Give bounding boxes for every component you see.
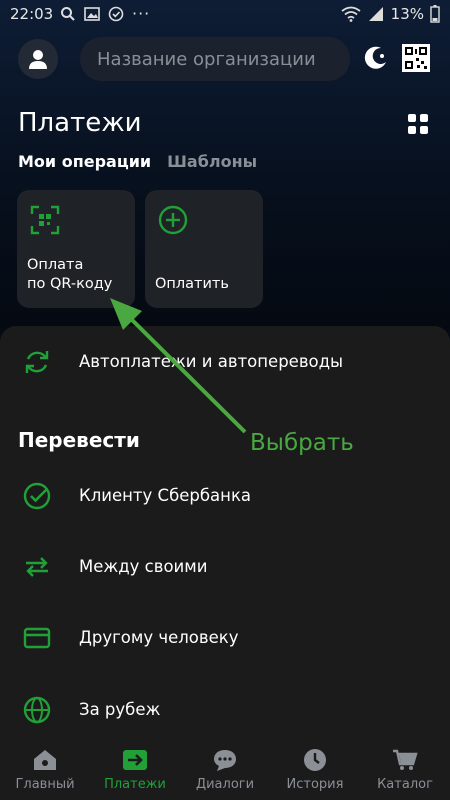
transfer-item-abroad[interactable]: За рубеж: [0, 680, 450, 740]
annotation-text: Выбрать: [250, 430, 354, 456]
status-bar: 22:03 ··· 13%: [0, 0, 450, 28]
refresh-icon: [25, 351, 49, 373]
search-placeholder: Название организации: [97, 48, 316, 70]
top-bar: Название организации: [0, 36, 450, 81]
battery-icon: [430, 5, 440, 23]
nav-label: Каталог: [377, 777, 433, 792]
tab-my-operations[interactable]: Мои операции: [18, 152, 151, 171]
nav-home[interactable]: Главный: [0, 740, 90, 800]
nav-history[interactable]: История: [270, 740, 360, 800]
autopay-label: Автоплатежи и автопереводы: [79, 352, 344, 371]
page-title: Платежи: [18, 108, 142, 138]
nav-label: История: [286, 777, 344, 792]
grid-menu-icon[interactable]: [406, 112, 430, 136]
nav-payments[interactable]: Платежи: [90, 740, 180, 800]
more-dots-icon: ···: [132, 4, 151, 23]
payments-icon: [123, 750, 147, 770]
bottom-nav: Главный Платежи Диалоги История Каталог: [0, 740, 450, 800]
search-icon: [61, 6, 75, 21]
qr-code-icon[interactable]: [402, 44, 430, 72]
check-circle-status-icon: [108, 6, 124, 21]
qr-scan-icon: [30, 205, 60, 235]
status-notification-icons: ···: [60, 4, 150, 23]
nav-label: Платежи: [104, 777, 166, 792]
pay-label: Оплатить: [155, 276, 229, 292]
wifi-icon: [341, 6, 361, 22]
search-input[interactable]: Название организации: [80, 37, 350, 81]
check-circle-icon: [23, 482, 51, 510]
battery-percent: 13%: [390, 5, 424, 23]
signal-icon: [368, 7, 383, 21]
nav-catalog[interactable]: Каталог: [360, 740, 450, 800]
pay-by-qr-card[interactable]: Оплата по QR-коду: [17, 190, 135, 308]
user-icon: [29, 50, 47, 69]
home-icon: [34, 750, 56, 770]
transfer-item-label: За рубеж: [79, 700, 161, 719]
tabs: Мои операции Шаблоны: [18, 152, 257, 171]
nav-label: Главный: [15, 777, 75, 792]
status-system-icons: 13%: [341, 5, 440, 23]
transfer-item-sberbank-client[interactable]: Клиенту Сбербанка: [0, 466, 450, 526]
transfer-section-title: Перевести: [18, 428, 140, 452]
night-mode-icon[interactable]: [362, 44, 390, 72]
nav-dialogs[interactable]: Диалоги: [180, 740, 270, 800]
transfer-item-between-own[interactable]: Между своими: [0, 537, 450, 597]
transfer-item-label: Между своими: [79, 557, 208, 576]
plus-circle-icon: [158, 205, 188, 235]
pay-card[interactable]: Оплатить: [145, 190, 263, 308]
image-icon: [84, 6, 100, 21]
transfer-item-other-person[interactable]: Другому человеку: [0, 608, 450, 668]
globe-icon: [23, 696, 51, 724]
profile-avatar[interactable]: [18, 39, 58, 79]
transfer-item-label: Другому человеку: [79, 628, 239, 647]
status-time: 22:03: [10, 5, 54, 23]
clock-icon: [304, 749, 326, 771]
autopay-item[interactable]: Автоплатежи и автопереводы: [0, 332, 450, 392]
card-icon: [23, 627, 51, 649]
cart-icon: [393, 749, 418, 770]
tab-templates[interactable]: Шаблоны: [167, 152, 257, 171]
nav-label: Диалоги: [195, 777, 255, 792]
arrows-swap-icon: [26, 557, 48, 577]
pay-by-qr-label: Оплата по QR-коду: [27, 257, 113, 292]
chat-icon: [214, 750, 236, 771]
transfer-item-label: Клиенту Сбербанка: [79, 486, 252, 505]
